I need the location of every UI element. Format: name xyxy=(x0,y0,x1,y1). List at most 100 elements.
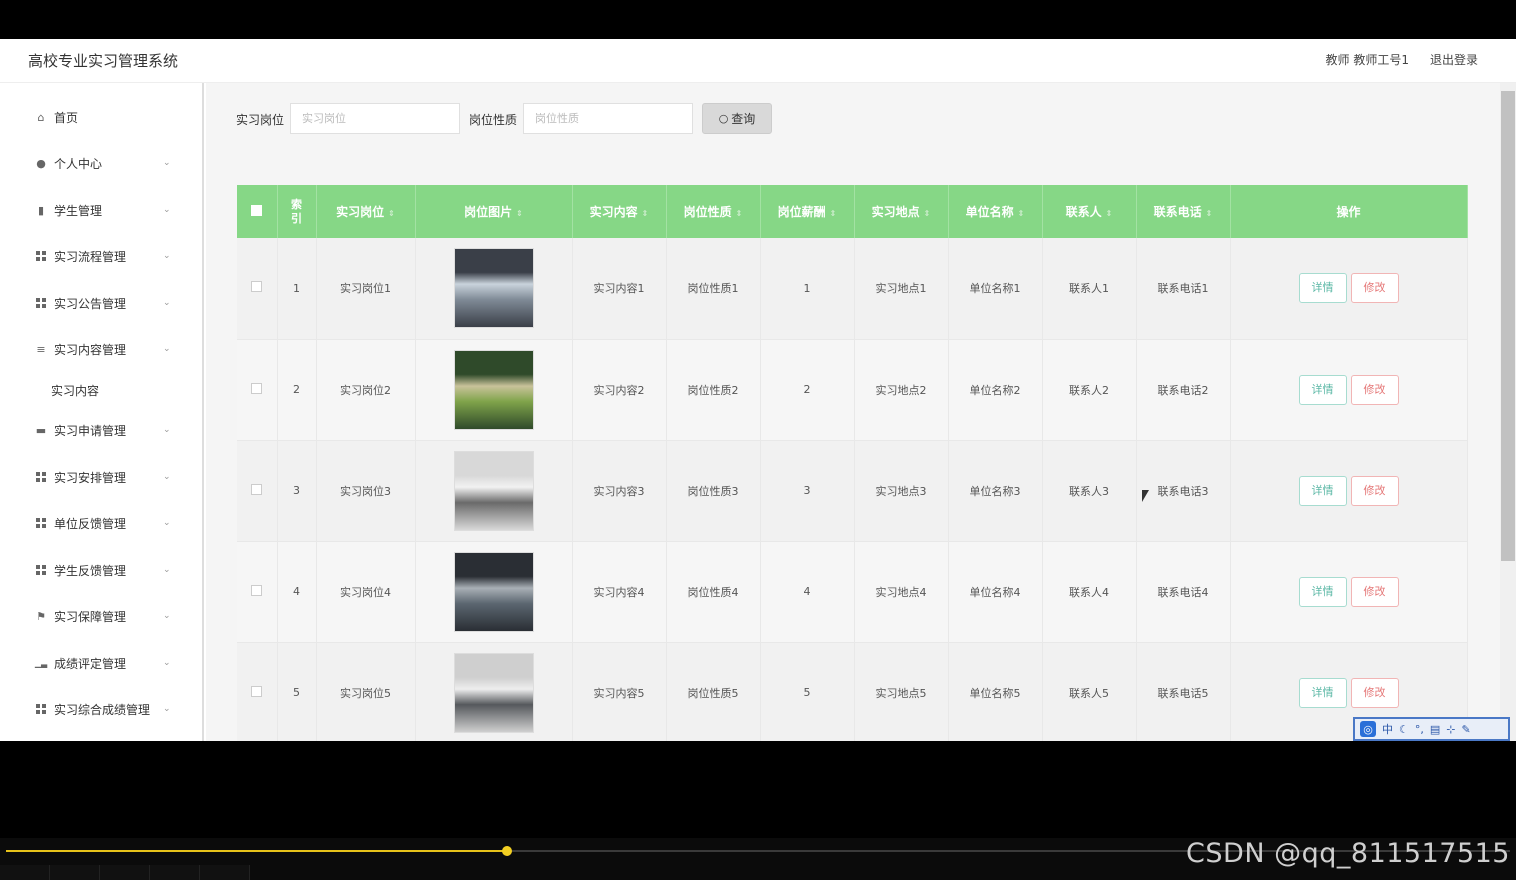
sidebar-item[interactable]: ▁▃ 成绩评定管理 ⌄ xyxy=(0,643,200,683)
post-image-cell xyxy=(415,642,573,741)
scrollbar[interactable] xyxy=(1500,83,1516,741)
sidebar-item[interactable]: ⌂ 首页 xyxy=(0,97,200,137)
column-header[interactable]: 实习地点 ⇕ xyxy=(854,185,949,238)
keyboard-icon[interactable]: ▤ xyxy=(1430,723,1440,736)
cell-salary: 5 xyxy=(760,642,855,741)
progress-knob[interactable] xyxy=(502,846,512,856)
sidebar-item-label: 首页 xyxy=(54,110,79,125)
row-checkbox[interactable] xyxy=(251,483,263,495)
player-control[interactable] xyxy=(150,865,200,880)
row-checkbox[interactable] xyxy=(251,382,263,394)
wrench-icon[interactable]: ✎ xyxy=(1462,723,1471,736)
user-icon: ● xyxy=(36,156,46,170)
column-header-label: 岗位性质 xyxy=(683,205,732,219)
nature-search-input[interactable]: 岗位性质 xyxy=(523,103,693,134)
edit-button[interactable]: 修改 xyxy=(1350,576,1399,607)
edit-button[interactable]: 修改 xyxy=(1350,374,1399,405)
data-table: 索引 实习岗位 ⇕ 岗位图片 ⇕ 实习内容 ⇕ 岗位性质 ⇕ 岗位薪酬 ⇕ 实习地点 ⇕ 单位名称 ⇕ 联系人… xyxy=(237,185,1468,741)
search-label-nature: 岗位性质 xyxy=(469,113,518,127)
row-checkbox[interactable] xyxy=(251,685,263,697)
player-control[interactable] xyxy=(0,865,50,880)
detail-button[interactable]: 详情 xyxy=(1298,677,1347,708)
player-control[interactable] xyxy=(100,865,150,880)
post-image-cell xyxy=(415,440,573,542)
column-header[interactable]: 单位名称 ⇕ xyxy=(948,185,1043,238)
table-row: 4 实习岗位4 实习内容4 岗位性质4 4 实习地点4 单位名称4 联系人4 联系电话4 详情 修改 xyxy=(237,541,1468,643)
post-image[interactable] xyxy=(453,248,534,329)
column-header-label: 实习地点 xyxy=(871,205,920,219)
query-button[interactable]: ○ 查询 xyxy=(702,103,772,134)
table-row: 2 实习岗位2 实习内容2 岗位性质2 2 实习地点2 单位名称2 联系人2 联系电话2 详情 修改 xyxy=(237,339,1468,441)
chevron-down-icon: ⌄ xyxy=(163,658,171,668)
cell-contact: 联系人5 xyxy=(1042,642,1137,741)
logout-button[interactable]: 退出登录 xyxy=(1430,51,1478,68)
column-header[interactable]: 联系人 ⇕ xyxy=(1042,185,1137,238)
sidebar-item[interactable]: 实习公告管理 ⌄ xyxy=(0,283,200,323)
sort-icon[interactable]: ⇕ xyxy=(1106,209,1113,218)
sidebar-subitem-internship-content[interactable]: 实习内容 xyxy=(51,382,99,399)
sidebar-item[interactable]: ▬ 实习申请管理 ⌄ xyxy=(0,410,200,450)
player-control[interactable] xyxy=(50,865,100,880)
moon-icon[interactable]: ☾ xyxy=(1399,723,1409,736)
sidebar-item[interactable]: 实习综合成绩管理 ⌄ xyxy=(0,689,200,729)
mouse-cursor-icon xyxy=(1142,490,1149,502)
column-header[interactable]: 岗位薪酬 ⇕ xyxy=(760,185,855,238)
sidebar-item-label: 实习保障管理 xyxy=(54,609,127,624)
grid-icon xyxy=(35,517,47,529)
sort-icon[interactable]: ⇕ xyxy=(830,209,837,218)
detail-button[interactable]: 详情 xyxy=(1298,576,1347,607)
column-header[interactable]: 岗位图片 ⇕ xyxy=(415,185,573,238)
ime-toolbar[interactable]: ◎ 中 ☾ °, ▤ ⊹ ✎ xyxy=(1353,717,1510,741)
sort-icon[interactable]: ⇕ xyxy=(516,209,523,218)
app-title: 高校专业实习管理系统 xyxy=(28,52,179,70)
column-header[interactable]: 实习岗位 ⇕ xyxy=(316,185,416,238)
player-control[interactable] xyxy=(200,865,250,880)
detail-button[interactable]: 详情 xyxy=(1298,475,1347,506)
table-row: 5 实习岗位5 实习内容5 岗位性质5 5 实习地点5 单位名称5 联系人5 联系电话5 详情 修改 xyxy=(237,642,1468,741)
top-bar: 高校专业实习管理系统 教师 教师工号1 退出登录 xyxy=(0,39,1516,83)
scroll-thumb[interactable] xyxy=(1501,91,1515,561)
monitor-icon: ▬ xyxy=(35,423,47,437)
sort-icon[interactable]: ⇕ xyxy=(924,209,931,218)
ime-lang[interactable]: 中 xyxy=(1382,721,1393,737)
sort-icon[interactable]: ⇕ xyxy=(642,209,649,218)
sidebar-item[interactable]: ⚑ 实习保障管理 ⌄ xyxy=(0,596,200,636)
post-image[interactable] xyxy=(453,551,534,632)
sort-icon[interactable]: ⇕ xyxy=(1018,209,1025,218)
column-header[interactable]: 联系电话 ⇕ xyxy=(1136,185,1231,238)
column-header[interactable]: 岗位性质 ⇕ xyxy=(666,185,761,238)
search-label-post: 实习岗位 xyxy=(236,113,285,127)
post-search-input[interactable]: 实习岗位 xyxy=(290,103,460,134)
edit-button[interactable]: 修改 xyxy=(1350,273,1399,304)
row-checkbox[interactable] xyxy=(251,281,263,293)
detail-button[interactable]: 详情 xyxy=(1298,273,1347,304)
sidebar-item[interactable]: 学生反馈管理 ⌄ xyxy=(0,550,200,590)
sidebar-item[interactable]: ● 个人中心 ⌄ xyxy=(0,143,200,183)
search-icon: ○ xyxy=(718,112,729,125)
sidebar-item[interactable]: ▮ 学生管理 ⌄ xyxy=(0,190,200,230)
sidebar-item[interactable]: 实习流程管理 ⌄ xyxy=(0,236,200,276)
sidebar-item[interactable]: ≡ 实习内容管理 ⌄ xyxy=(0,329,200,369)
split-icon[interactable]: ⊹ xyxy=(1446,723,1455,736)
select-all-checkbox[interactable] xyxy=(251,204,263,216)
post-image[interactable] xyxy=(453,349,534,430)
edit-button[interactable]: 修改 xyxy=(1350,475,1399,506)
video-player-bar: CSDN @qq_811517515 xyxy=(0,838,1516,880)
punctuation-icon[interactable]: °, xyxy=(1415,723,1424,736)
row-checkbox[interactable] xyxy=(251,584,263,596)
ime-logo-icon: ◎ xyxy=(1360,721,1376,737)
post-image[interactable] xyxy=(453,652,534,733)
player-controls xyxy=(0,865,250,880)
sidebar-item[interactable]: 单位反馈管理 ⌄ xyxy=(0,503,200,543)
post-image[interactable] xyxy=(453,450,534,531)
detail-button[interactable]: 详情 xyxy=(1298,374,1347,405)
column-header[interactable]: 实习内容 ⇕ xyxy=(572,185,667,238)
row-select-cell xyxy=(237,238,278,340)
cell-index: 4 xyxy=(277,541,317,643)
sidebar-item[interactable]: 实习安排管理 ⌄ xyxy=(0,457,200,497)
chevron-down-icon: ⌄ xyxy=(163,251,171,261)
sort-icon[interactable]: ⇕ xyxy=(388,209,395,218)
sort-icon[interactable]: ⇕ xyxy=(736,209,743,218)
edit-button[interactable]: 修改 xyxy=(1350,677,1399,708)
sort-icon[interactable]: ⇕ xyxy=(1206,209,1213,218)
